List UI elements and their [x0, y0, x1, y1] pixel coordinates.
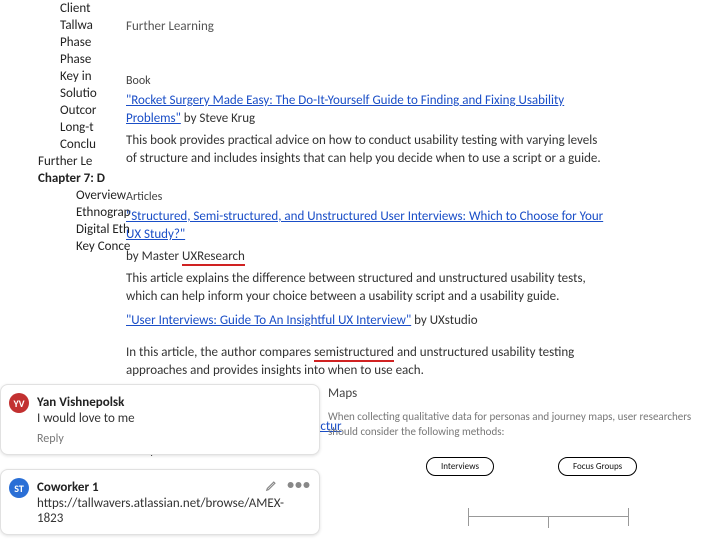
comment-text: I would love to me [37, 411, 307, 426]
book-byline: by Steve Krug [181, 111, 255, 126]
heading-maps: Maps [328, 386, 708, 401]
article2-description: In this article, the author compares sem… [126, 344, 606, 380]
reply-button[interactable]: Reply [37, 432, 64, 446]
book-description: This book provides practical advice on h… [126, 132, 606, 168]
article1-link[interactable]: "Structured, Semi-structured, and Unstru… [126, 209, 603, 242]
outline-item[interactable]: Key Conce [0, 238, 140, 255]
avatar: ST [9, 478, 29, 498]
outline-item[interactable]: Phase [0, 51, 140, 68]
comment-card[interactable]: ST Coworker 1 https://tallwavers.atlassi… [0, 469, 320, 535]
article1-byline: by Master UXResearch [126, 248, 606, 266]
outline-item[interactable]: Key in [0, 68, 140, 85]
outline-item[interactable]: Conclu [0, 136, 140, 153]
edit-icon[interactable] [265, 478, 279, 492]
spellcheck-mark: UXResearch [182, 249, 245, 266]
maps-paragraph: When collecting qualitative data for per… [328, 409, 708, 439]
outline-item[interactable]: Ethnograp [0, 204, 140, 221]
outline-item[interactable]: Long-t [0, 119, 140, 136]
desc-pre: In this article, the author compares [126, 345, 314, 360]
comment-text: https://tallwavers.atlassian.net/browse/… [37, 496, 307, 526]
outline-item[interactable]: Digital Eth [0, 221, 140, 238]
outline-item[interactable]: Further Le [0, 153, 140, 170]
outline-item[interactable]: Client [0, 0, 140, 17]
more-icon[interactable]: ••• [287, 480, 311, 490]
avatar: YV [9, 393, 29, 413]
outline-chapter[interactable]: Chapter 7: D [0, 170, 140, 187]
byline-pre: by [411, 313, 430, 328]
heading-further-learning: Further Learning [126, 18, 606, 36]
label-book: Book [126, 72, 606, 90]
comments-panel: YV Yan Vishnepolsk I would love to me Re… [0, 384, 320, 549]
outline-item[interactable]: Tallwa [0, 17, 140, 34]
article2-link[interactable]: "User Interviews: Guide To An Insightful… [126, 313, 411, 328]
outline-item[interactable]: Phase [0, 34, 140, 51]
method-pill-interviews: Interviews [426, 457, 494, 476]
method-pill-focus-groups: Focus Groups [558, 457, 637, 476]
comment-card[interactable]: YV Yan Vishnepolsk I would love to me Re… [0, 384, 320, 455]
spellcheck-mark: semistructured [314, 345, 394, 362]
outline-item[interactable]: Overview [0, 187, 140, 204]
label-articles: Articles [126, 188, 606, 206]
outline-item[interactable]: Solutio [0, 85, 140, 102]
outline-item[interactable]: Outcor [0, 102, 140, 119]
page-maps: Maps When collecting qualitative data fo… [328, 386, 708, 476]
article1-description: This article explains the difference bet… [126, 270, 606, 306]
book-resource: "Rocket Surgery Made Easy: The Do-It-You… [126, 92, 606, 128]
spellcheck-mark: UXstudio [430, 313, 478, 328]
outline-panel: Client Tallwa Phase Phase Key in Solutio… [0, 0, 140, 255]
comment-author: Yan Vishnepolsk [37, 395, 307, 410]
byline-pre: by Master [126, 249, 182, 264]
